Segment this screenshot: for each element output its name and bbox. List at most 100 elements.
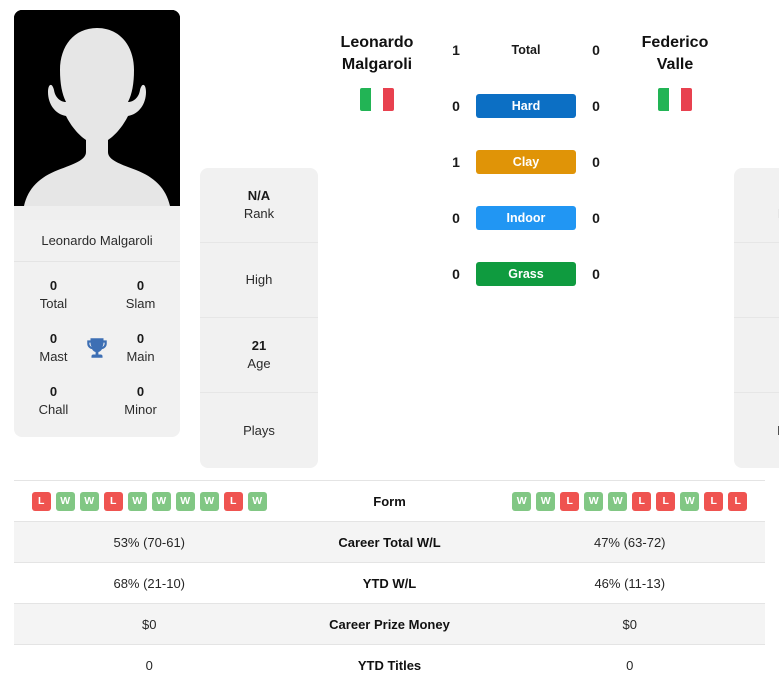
titles-slam-value: 0 bbox=[136, 278, 145, 293]
form-badge-w: W bbox=[79, 491, 99, 511]
row-label-career-total-wl: Career Total W/L bbox=[338, 534, 441, 550]
left-rank-cell: N/A Rank bbox=[200, 168, 318, 243]
row-label-form: Form bbox=[373, 493, 406, 509]
right-high-cell: High bbox=[734, 243, 779, 318]
form-badge-w: W bbox=[536, 491, 556, 511]
left-player-name-strip: Leonardo Malgaroli bbox=[14, 220, 180, 262]
left-player-last-name: Malgaroli bbox=[341, 55, 413, 73]
titles-main-value: 0 bbox=[136, 331, 145, 347]
titles-mast: 0 Mast bbox=[26, 330, 81, 365]
h2h-row-total: 1 Total 0 bbox=[436, 22, 616, 78]
left-high-cell: High bbox=[200, 243, 318, 318]
table-row-career-total-wl: 53% (70-61) Career Total W/L 47% (63-72) bbox=[14, 522, 765, 563]
titles-minor: 0 Minor bbox=[113, 383, 168, 418]
trophy-icon bbox=[81, 335, 113, 361]
head-to-head-column: 1 Total 0 0 Hard 0 1 Clay 0 0 Indoor 0 0 bbox=[436, 10, 616, 302]
player-silhouette-icon bbox=[14, 10, 180, 220]
titles-chall: 0 Chall bbox=[26, 383, 81, 418]
left-plays-cell: Plays bbox=[200, 393, 318, 468]
h2h-clay-label[interactable]: Clay bbox=[476, 150, 576, 174]
left-high-label: High bbox=[245, 272, 273, 288]
titles-minor-label: Minor bbox=[124, 401, 157, 417]
right-ytd-wl: 46% (11-13) bbox=[594, 575, 666, 591]
right-rank-cell: N/A Rank bbox=[734, 168, 779, 243]
right-form-badges: WWLWWLLWLL bbox=[495, 491, 766, 511]
titles-main-label: Main bbox=[126, 348, 155, 364]
left-age-label: Age bbox=[247, 356, 271, 371]
form-badge-l: L bbox=[31, 491, 51, 511]
left-career-prize-money: $0 bbox=[142, 616, 157, 632]
h2h-hard-left-score: 0 bbox=[452, 98, 460, 114]
h2h-grass-label[interactable]: Grass bbox=[476, 262, 576, 286]
titles-mast-label: Mast bbox=[39, 348, 68, 364]
h2h-row-clay: 1 Clay 0 bbox=[436, 134, 616, 190]
right-plays-cell: Plays bbox=[734, 393, 779, 468]
h2h-row-indoor: 0 Indoor 0 bbox=[436, 190, 616, 246]
right-age-cell: 24 Age bbox=[734, 318, 779, 393]
h2h-grass-left-score: 0 bbox=[452, 266, 460, 282]
left-player-avatar bbox=[14, 10, 180, 220]
player-comparison-page: Leonardo Malgaroli 0 Total 0 Slam 0 Mast… bbox=[0, 0, 779, 699]
right-player-flag-icon bbox=[658, 87, 692, 111]
form-badge-l: L bbox=[656, 491, 676, 511]
left-age-cell: 21 Age bbox=[200, 318, 318, 393]
right-player-name-header: Federico Valle bbox=[616, 10, 734, 111]
titles-total: 0 Total bbox=[26, 277, 81, 312]
form-badge-w: W bbox=[151, 491, 171, 511]
titles-minor-value: 0 bbox=[136, 384, 145, 400]
h2h-clay-right-score: 0 bbox=[592, 154, 600, 170]
h2h-row-grass: 0 Grass 0 bbox=[436, 246, 616, 302]
h2h-total-left-score: 1 bbox=[452, 42, 460, 58]
row-label-career-prize-money: Career Prize Money bbox=[329, 616, 450, 632]
left-age-value: 21 bbox=[251, 338, 267, 354]
row-label-ytd-titles: YTD Titles bbox=[357, 658, 422, 673]
titles-row: 0 Total 0 Slam bbox=[14, 268, 180, 321]
titles-mast-value: 0 bbox=[49, 331, 58, 347]
form-badge-l: L bbox=[728, 491, 748, 511]
h2h-hard-right-score: 0 bbox=[592, 98, 600, 114]
form-badge-l: L bbox=[103, 491, 123, 511]
left-ytd-wl: 68% (21-10) bbox=[113, 575, 186, 591]
form-badge-w: W bbox=[127, 491, 147, 511]
form-badge-l: L bbox=[560, 491, 580, 511]
left-player-name-header: Leonardo Malgaroli bbox=[318, 10, 436, 111]
titles-total-value: 0 bbox=[49, 278, 58, 293]
comparison-header: Leonardo Malgaroli 0 Total 0 Slam 0 Mast… bbox=[0, 0, 779, 468]
trophy-icon-glyph bbox=[87, 337, 107, 358]
titles-chall-value: 0 bbox=[49, 384, 58, 400]
h2h-row-hard: 0 Hard 0 bbox=[436, 78, 616, 134]
titles-slam: 0 Slam bbox=[113, 277, 168, 312]
form-badge-w: W bbox=[199, 491, 219, 511]
h2h-hard-label[interactable]: Hard bbox=[476, 94, 576, 118]
left-form-cell: LWWLWWWWLW bbox=[14, 491, 285, 511]
form-badge-l: L bbox=[632, 491, 652, 511]
form-badge-w: W bbox=[608, 491, 628, 511]
h2h-grass-right-score: 0 bbox=[592, 266, 600, 282]
titles-chall-label: Chall bbox=[38, 401, 69, 417]
stats-comparison-table: LWWLWWWWLW Form WWLWWLLWLL 53% (70-61) C… bbox=[14, 480, 765, 686]
titles-row: 0 Mast 0 Main bbox=[14, 321, 180, 374]
left-ytd-titles: 0 bbox=[145, 658, 153, 673]
right-career-total-wl: 47% (63-72) bbox=[593, 534, 666, 550]
titles-main: 0 Main bbox=[113, 330, 168, 365]
table-row-form: LWWLWWWWLW Form WWLWWLLWLL bbox=[14, 481, 765, 522]
left-player-column: Leonardo Malgaroli 0 Total 0 Slam 0 Mast… bbox=[14, 10, 180, 438]
form-badge-w: W bbox=[247, 491, 267, 511]
h2h-indoor-label[interactable]: Indoor bbox=[476, 206, 576, 230]
right-player-first-name: Federico bbox=[641, 34, 709, 51]
h2h-total-label: Total bbox=[511, 43, 541, 57]
left-plays-label: Plays bbox=[243, 422, 275, 438]
form-badge-w: W bbox=[55, 491, 75, 511]
table-row-ytd-wl: 68% (21-10) YTD W/L 46% (11-13) bbox=[14, 563, 765, 604]
right-career-prize-money: $0 bbox=[622, 616, 637, 632]
right-player-info-card: N/A Rank High 24 Age Plays bbox=[734, 168, 779, 468]
left-career-total-wl: 53% (70-61) bbox=[113, 534, 186, 550]
table-row-ytd-titles: 0 YTD Titles 0 bbox=[14, 645, 765, 686]
form-badge-w: W bbox=[584, 491, 604, 511]
h2h-indoor-left-score: 0 bbox=[452, 210, 460, 226]
left-player-flag-icon bbox=[360, 87, 394, 111]
left-player-titles-card: 0 Total 0 Slam 0 Mast 0 Main 0 Chall 0 M… bbox=[14, 262, 180, 438]
left-rank-label: Rank bbox=[243, 206, 275, 221]
right-player-last-name: Valle bbox=[656, 55, 694, 73]
h2h-indoor-right-score: 0 bbox=[592, 210, 600, 226]
